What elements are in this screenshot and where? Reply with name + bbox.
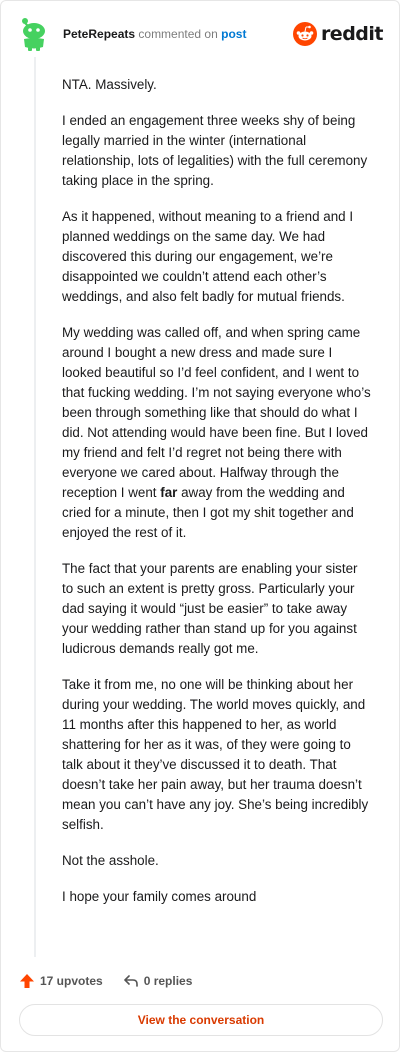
reply-count: 0 replies [143, 974, 193, 988]
comment-paragraph: Not the asshole. [62, 853, 159, 868]
view-conversation-button[interactable]: View the conversation [19, 1004, 383, 1036]
upvote-arrow-icon [20, 974, 34, 988]
comment-paragraph: NTA. Massively. [62, 77, 157, 92]
comment-paragraph: As it happened, without meaning to a fri… [62, 209, 354, 304]
reddit-logo-icon [292, 22, 317, 46]
comment-paragraph: I hope your family comes around [62, 889, 257, 904]
comment-footer: 17 upvotes 0 replies [19, 971, 192, 991]
comment-byline: PeteRepeats commented on post [63, 27, 246, 41]
snoo-avatar-icon[interactable] [19, 17, 49, 51]
post-link[interactable]: post [221, 27, 246, 41]
replies-button[interactable]: 0 replies [123, 973, 193, 989]
comment-body: NTA. Massively. I ended an engagement th… [62, 75, 372, 907]
comment-header: PeteRepeats commented on post reddit [1, 1, 399, 65]
comment-paragraph: Take it from me, no one will be thinking… [62, 677, 369, 832]
comment-card: PeteRepeats commented on post reddit NTA… [0, 0, 400, 1052]
bold-emphasis: far [160, 485, 178, 500]
upvote-count: 17 upvotes [40, 974, 103, 988]
upvote-button[interactable]: 17 upvotes [19, 973, 103, 989]
reddit-brand[interactable]: reddit [292, 21, 384, 47]
comment-paragraph: The fact that your parents are enabling … [62, 561, 358, 656]
reddit-wordmark: reddit [320, 23, 384, 45]
reply-arrow-icon [123, 975, 138, 987]
thread-line[interactable] [34, 57, 36, 957]
username-link[interactable]: PeteRepeats [63, 27, 135, 41]
comment-paragraph: I ended an engagement three weeks shy of… [62, 113, 368, 188]
action-text: commented on [138, 27, 218, 41]
paragraph-text: My wedding was called off, and when spri… [62, 325, 371, 500]
comment-paragraph: My wedding was called off, and when spri… [62, 323, 372, 543]
